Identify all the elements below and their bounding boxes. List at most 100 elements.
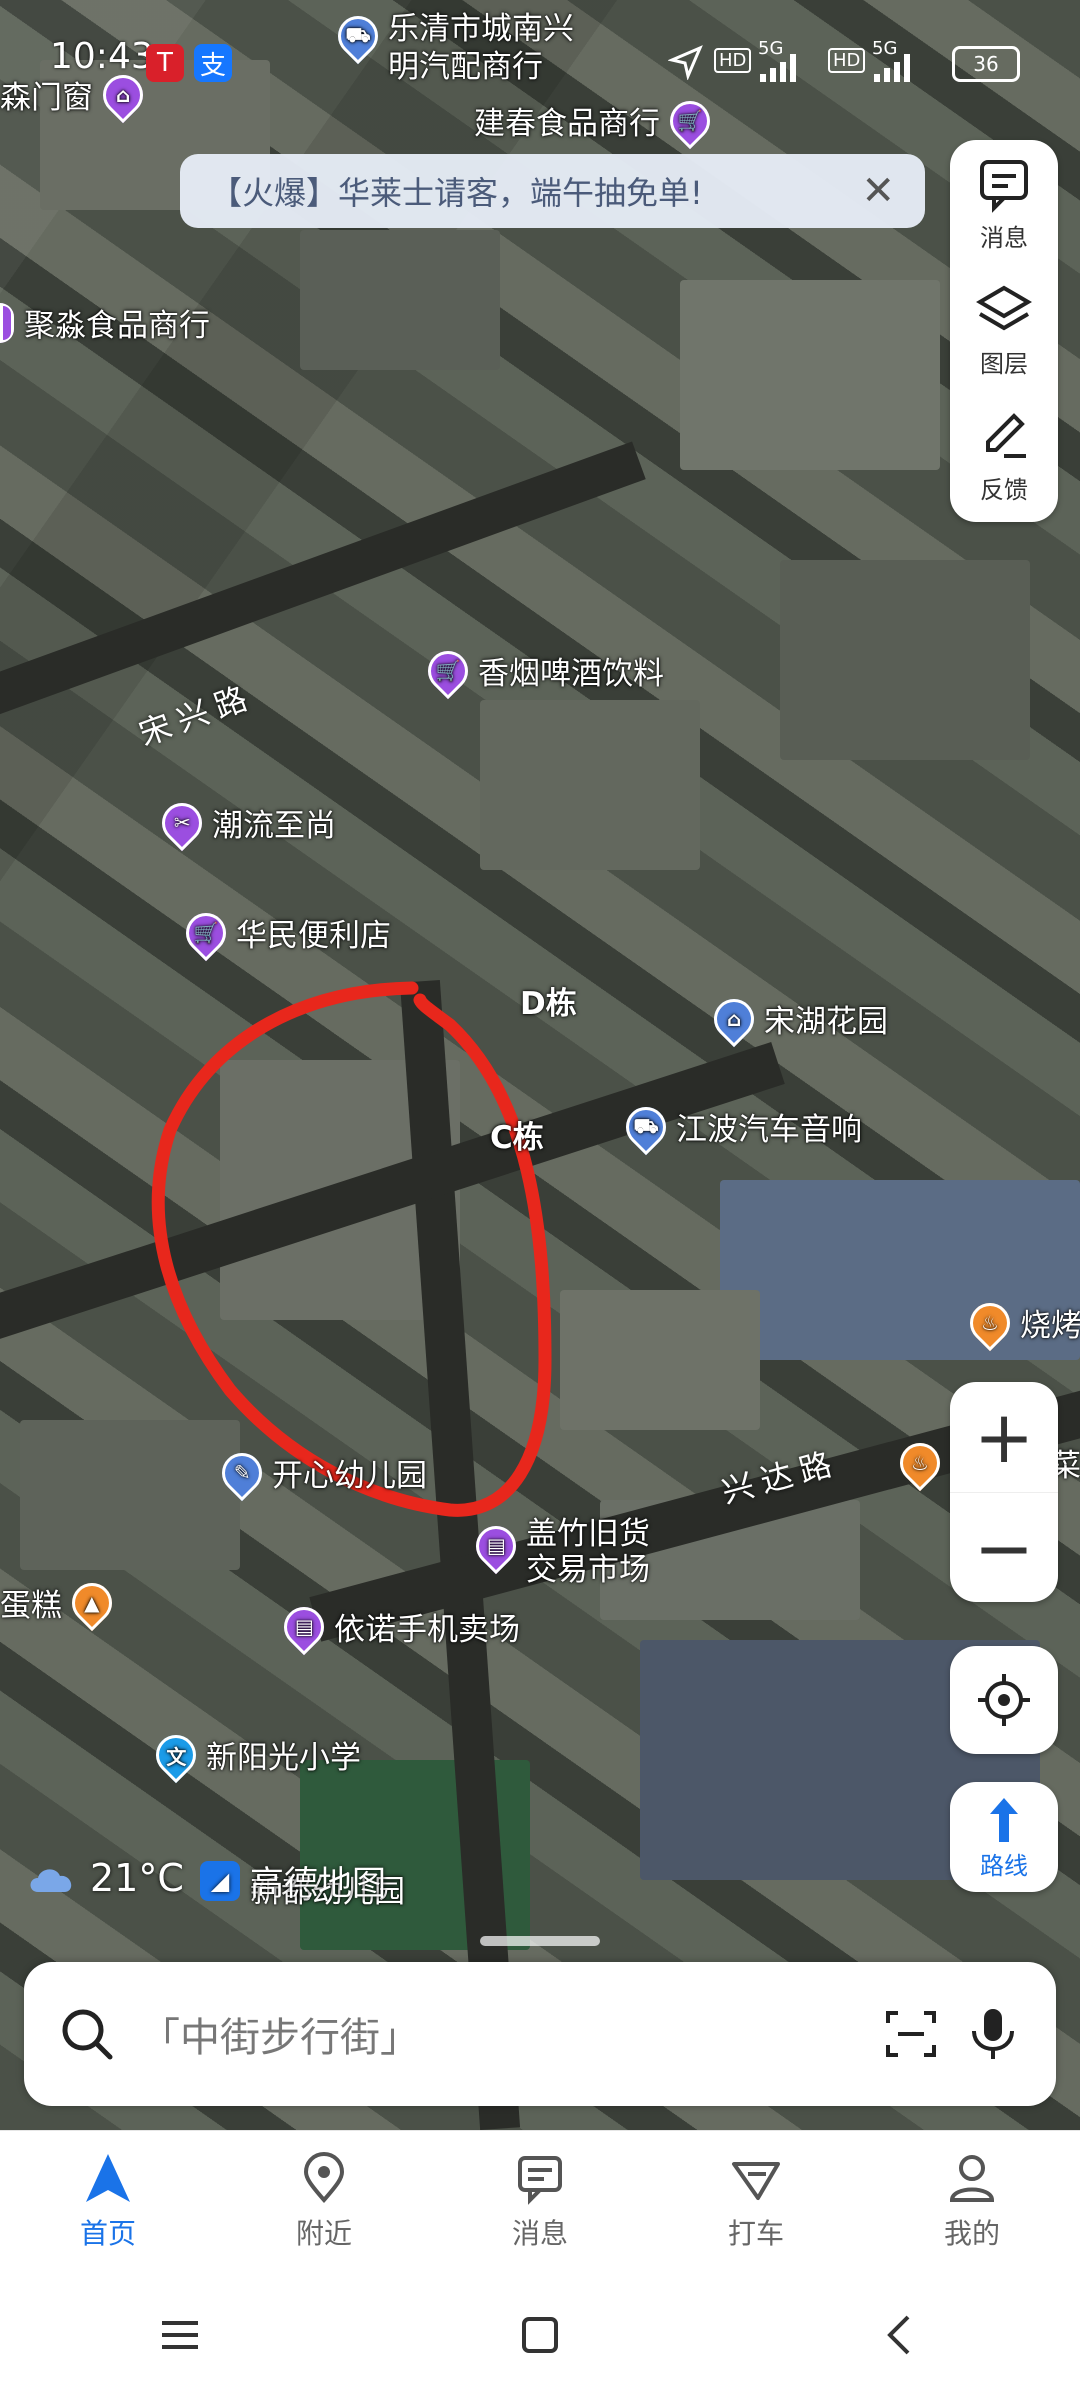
tab-home[interactable]: 首页 [0,2131,216,2271]
microphone-icon[interactable] [964,2005,1022,2063]
tesla-icon: T [146,44,184,82]
poi-building-c[interactable]: C栋 [490,1112,544,1157]
feedback-button[interactable]: 反馈 [950,392,1058,518]
poi-tobacco-liquor[interactable]: 🛒 香烟啤酒饮料 [419,642,664,699]
poi-building-d[interactable]: D栋 [520,978,577,1023]
location-pin-icon [303,2152,345,2204]
poi-label: 盖竹旧货 [526,1516,650,1552]
amap-logo-icon: ◢ [200,1860,240,1901]
locate-button[interactable] [950,1646,1058,1754]
poi-fashion[interactable]: ✂ 潮流至尚 [153,794,336,851]
tab-nearby[interactable]: 附近 [216,2131,432,2271]
menu-icon[interactable] [150,2305,210,2365]
zoom-controls: + − [950,1382,1058,1602]
status-bar: 10:43 T 支 HD 5G HD 5G 36 [0,0,1080,110]
back-icon[interactable] [870,2305,930,2365]
temperature: 21°C [90,1856,184,1900]
search-bar[interactable]: 「中街步行街」 [24,1962,1056,2106]
building [300,230,500,370]
zoom-in-button[interactable]: + [950,1382,1058,1492]
poi-huamin-store[interactable]: 🛒 华民便利店 [177,904,391,961]
car-icon: ⛟ [617,1098,675,1155]
close-icon[interactable]: ✕ [861,168,895,214]
battery-icon: 36 [952,46,1020,82]
market-icon: ▤ [275,1598,333,1655]
poi-label: 潮流至尚 [212,808,336,844]
message-button[interactable]: 消息 [950,140,1058,266]
hd-badge: HD [828,48,866,73]
brand-name: 高德地图 [250,1864,386,1904]
cart-icon: 🛒 [419,642,477,699]
market-icon: ▤ [467,1517,525,1575]
tab-label: 附近 [295,2217,352,2250]
feedback-label: 反馈 [980,475,1028,504]
poi-label: 香烟啤酒饮料 [478,656,664,692]
zoom-out-button[interactable]: − [950,1492,1058,1603]
tab-label: 打车 [727,2217,784,2250]
search-icon [62,2009,113,2060]
poi-label: C栋 [490,1120,544,1156]
road-label-songxing: 宋兴路 [133,676,260,754]
layers-label: 图层 [980,349,1028,378]
building [780,560,1030,760]
poi-label: 蛋糕 [0,1588,62,1624]
tab-taxi[interactable]: 打车 [648,2131,864,2271]
tab-profile[interactable]: 我的 [864,2131,1080,2271]
clock: 10:43 [50,36,154,77]
route-label: 路线 [980,1851,1028,1880]
scissors-icon: ✂ [153,794,211,851]
poi-label: 江波汽车音响 [676,1112,862,1148]
navigation-arrow-icon [86,2154,130,2202]
tab-label: 首页 [79,2217,136,2250]
edu-icon: 文 [147,1726,205,1783]
banner-text: 【火爆】华莱士请客，端午抽免单! [210,174,703,212]
message-label: 消息 [980,223,1028,252]
search-placeholder[interactable]: 「中街步行街」 [140,2005,858,2063]
signal-icon [760,54,796,82]
crosshair-icon [978,1674,1030,1726]
cake-icon: ▲ [63,1574,121,1631]
side-toolbar: 消息 图层 反馈 [950,140,1058,522]
bottom-tab-bar: 首页 附近 消息 打车 我的 [0,2130,1080,2271]
poi-kaixin-kindergarten[interactable]: ✎ 开心幼儿园 [213,1444,427,1501]
location-arrow-icon [668,45,703,80]
poi-label: 依诺手机卖场 [334,1612,520,1648]
poi-jiangbo-audio[interactable]: ⛟ 江波汽车音响 [617,1098,862,1155]
poi-songhu-garden[interactable]: ⌂ 宋湖花园 [705,990,888,1047]
weather-widget[interactable]: 21°C [26,1856,184,1900]
message-icon [980,159,1028,213]
hd-badge: HD [714,48,752,73]
food-icon: ♨ [961,1294,1019,1351]
taxi-icon [732,2162,780,2200]
poi-sublabel: 交易市场 [526,1552,650,1588]
layers-button[interactable]: 图层 [950,266,1058,392]
poi-label: 聚淼食品商行 [24,308,210,344]
food-icon: ♨ [891,1434,949,1491]
route-button[interactable]: 路线 [950,1782,1058,1892]
poi-label: D栋 [520,986,577,1022]
poi-label: 开心幼儿园 [272,1458,427,1494]
alipay-icon: 支 [194,44,232,82]
drag-handle[interactable] [480,1936,600,1946]
scan-icon[interactable] [882,2005,940,2063]
system-nav-bar [0,2270,1080,2400]
user-icon [949,2155,995,2202]
map-view[interactable]: ⛟ 乐清市城南兴 明汽配商行 森门窗 ⌂ 建春食品商行 🛒 聚淼食品商行 🛒 香… [0,0,1080,2130]
edit-icon [986,412,1026,458]
building [480,700,700,870]
poi-bbq[interactable]: ♨ 烧烤 [961,1294,1080,1351]
home-square-icon[interactable] [510,2305,570,2365]
shop-icon [0,302,14,343]
signal-icon [874,54,910,82]
tab-messages[interactable]: 消息 [432,2131,648,2271]
building [680,280,940,470]
cloud-icon [30,1869,72,1892]
promo-banner[interactable]: 【火爆】华莱士请客，端午抽免单! ✕ [180,154,925,228]
poi-phone-store[interactable]: ▤ 依诺手机卖场 [275,1598,520,1655]
poi-cake[interactable]: 蛋糕 ▲ [0,1574,121,1631]
poi-xinyangguang-school[interactable]: 文 新阳光小学 [147,1726,361,1783]
message-icon [518,2156,562,2205]
poi-label: 新阳光小学 [206,1740,361,1776]
poi-second-hand-market[interactable]: ▤ 盖竹旧货 交易市场 [467,1516,650,1588]
poi-jumiao-food[interactable]: 聚淼食品商行 [0,300,210,345]
